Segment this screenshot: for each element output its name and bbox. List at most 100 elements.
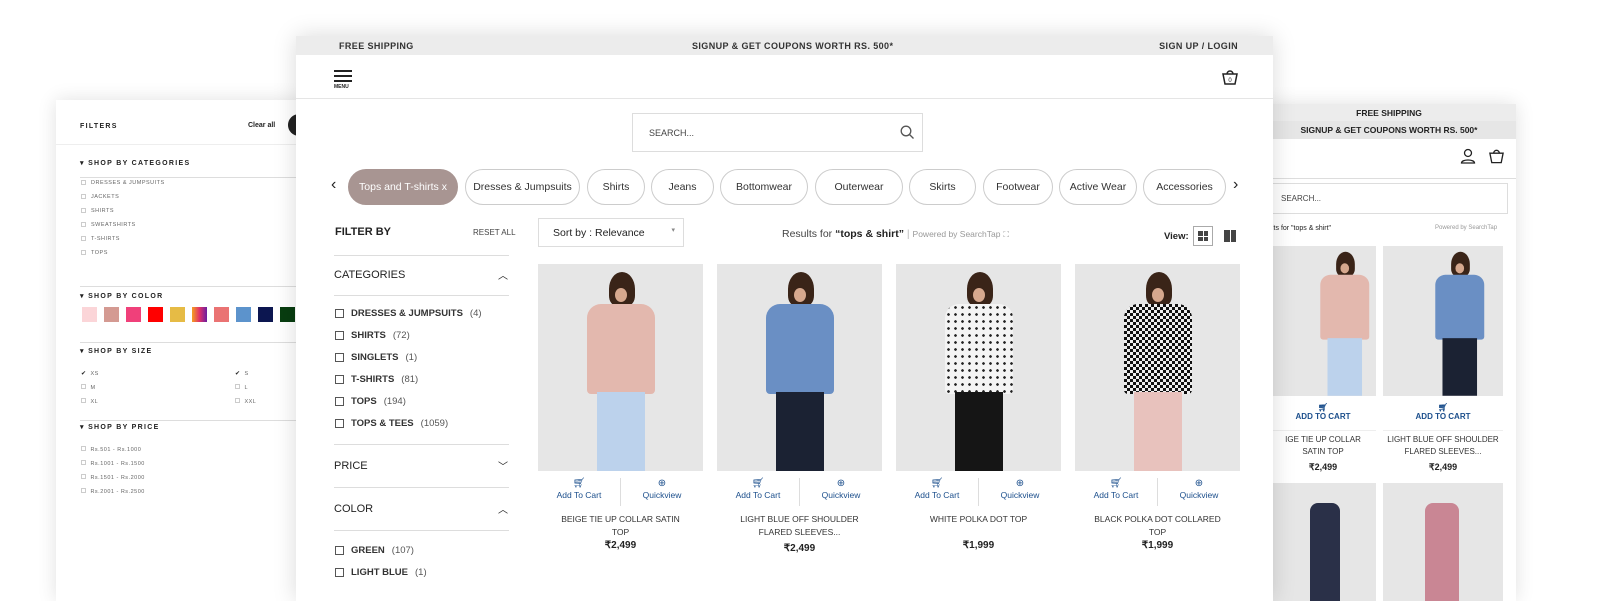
product-price: ₹2,499: [1308, 462, 1338, 472]
category-checkbox[interactable]: TOPS (194): [335, 396, 406, 407]
search-input[interactable]: SEARCH...: [632, 113, 923, 152]
svg-text:0: 0: [1228, 78, 1232, 84]
cart-icon[interactable]: 0: [1221, 69, 1239, 85]
chips-prev-arrow[interactable]: ‹: [331, 176, 336, 194]
quickview-button[interactable]: ⊕ Quickview: [979, 478, 1061, 506]
sort-dropdown[interactable]: Sort by : Relevance ▾: [538, 218, 684, 247]
category-checkbox[interactable]: SINGLETS (1): [335, 352, 417, 363]
dropdown-arrow-icon: ▾: [671, 227, 675, 234]
product-card: 🛒︎ Add To Cart ⊕ Quickview WHITE POLKA DOT…: [896, 264, 1061, 584]
add-to-cart-button[interactable]: 🛒︎ Add To Cart: [1075, 478, 1157, 506]
categories-heading[interactable]: CATEGORIES: [334, 269, 405, 281]
color-heading[interactable]: COLOR: [334, 503, 373, 515]
mobile-search-page: FREE SHIPPING SIGNUP & GET COUPONS WORTH…: [1262, 104, 1516, 601]
coupon-text: SIGNUP & GET COUPONS WORTH RS. 500*: [1262, 121, 1516, 139]
search-icon[interactable]: [900, 125, 915, 140]
color-swatch[interactable]: [258, 307, 273, 322]
category-chip[interactable]: Skirts: [909, 169, 976, 205]
product-card: 🛒︎ Add To Cart ⊕ Quickview BLACK POLKA DOT…: [1075, 264, 1240, 584]
category-checkbox[interactable]: DRESSES & JUMPSUITS (4): [335, 308, 482, 319]
color-checkbox[interactable]: LIGHT BLUE (1): [335, 567, 427, 578]
search-placeholder: SEARCH...: [1281, 194, 1322, 203]
chevron-up-icon[interactable]: ︿: [498, 267, 508, 282]
category-checkbox[interactable]: TOPS & TEES (1059): [335, 418, 448, 429]
cart-icon: 🛒︎: [1317, 403, 1329, 412]
search-input[interactable]: SEARCH...: [1262, 183, 1508, 214]
view-label: View:: [1164, 231, 1189, 242]
category-chip[interactable]: Shirts: [587, 169, 645, 205]
coupon-text: SIGNUP & GET COUPONS WORTH RS. 500*: [692, 41, 894, 51]
category-chip[interactable]: Jeans: [651, 169, 714, 205]
chips-next-arrow[interactable]: ›: [1233, 176, 1238, 194]
product-card: 🛒︎ Add To Cart ⊕ Quickview LIGHT BLUE OFF …: [717, 264, 882, 584]
color-swatch[interactable]: [104, 307, 119, 322]
results-summary: lts for "tops & shirt": [1272, 225, 1332, 232]
search-placeholder: SEARCH...: [649, 128, 695, 138]
product-image[interactable]: [538, 264, 703, 471]
color-swatch[interactable]: [82, 307, 97, 322]
product-image[interactable]: [1270, 483, 1376, 601]
category-chip[interactable]: Bottomwear: [720, 169, 808, 205]
add-to-cart-button[interactable]: 🛒︎ Add To Cart: [896, 478, 978, 506]
product-name[interactable]: LIGHT BLUE OFF SHOULDER FLARED SLEEVES..…: [1383, 434, 1503, 458]
product-name[interactable]: WHITE POLKA DOT TOP: [896, 513, 1061, 526]
menu-button[interactable]: MENU: [334, 70, 352, 90]
product-image[interactable]: [896, 264, 1061, 471]
clear-all-link[interactable]: Clear all: [248, 122, 275, 129]
add-to-cart-button[interactable]: 🛒︎ ADD TO CART: [1383, 403, 1503, 421]
quickview-button[interactable]: ⊕ Quickview: [1158, 478, 1240, 506]
product-image[interactable]: [1270, 246, 1376, 396]
user-icon[interactable]: [1460, 148, 1476, 164]
color-swatch[interactable]: [170, 307, 185, 322]
color-swatch[interactable]: [126, 307, 141, 322]
shop-by-color-heading: ▾ SHOP BY COLOR: [80, 293, 164, 300]
color-swatch[interactable]: [148, 307, 163, 322]
product-name[interactable]: IGE TIE UP COLLAR SATIN TOP: [1270, 434, 1376, 458]
size-option[interactable]: XL: [81, 390, 98, 408]
reset-all-link[interactable]: RESET ALL: [473, 228, 516, 237]
category-checkbox[interactable]: SHIRTS (72): [335, 330, 410, 341]
powered-by: Powered by SearchTap: [1435, 225, 1498, 231]
add-to-cart-button[interactable]: 🛒︎ ADD TO CART: [1270, 403, 1376, 421]
product-price: ₹1,999: [962, 540, 995, 551]
cart-icon[interactable]: [1488, 148, 1505, 164]
price-option[interactable]: Rs.2001 - Rs.2500: [81, 480, 145, 498]
cart-icon: 🛒︎: [572, 478, 586, 489]
mobile-filters-panel: FILTERS Clear all ▾ SHOP BY CATEGORIES D…: [56, 100, 310, 601]
product-name[interactable]: LIGHT BLUE OFF SHOULDER FLARED SLEEVES..…: [717, 513, 882, 539]
hamburger-icon: [334, 70, 352, 82]
grid-view-4-icon[interactable]: [1193, 226, 1213, 246]
product-price: ₹2,499: [1428, 462, 1458, 472]
color-swatch[interactable]: [214, 307, 229, 322]
quickview-button[interactable]: ⊕ Quickview: [800, 478, 882, 506]
category-chip[interactable]: Accessories: [1143, 169, 1226, 205]
powered-by: Powered by SearchTap: [912, 229, 1001, 239]
chevron-down-icon[interactable]: ﹀: [498, 458, 508, 473]
color-swatch[interactable]: [236, 307, 251, 322]
product-name[interactable]: BLACK POLKA DOT COLLARED TOP: [1075, 513, 1240, 539]
color-swatch[interactable]: [192, 307, 207, 322]
grid-view-2-icon[interactable]: [1220, 226, 1240, 246]
category-checkbox[interactable]: T-SHIRTS (81): [335, 374, 418, 385]
product-image[interactable]: [717, 264, 882, 471]
category-chip[interactable]: Footwear: [983, 169, 1053, 205]
price-heading[interactable]: PRICE: [334, 460, 368, 472]
category-chip[interactable]: Active Wear: [1059, 169, 1137, 205]
product-name[interactable]: BEIGE TIE UP COLLAR SATIN TOP: [538, 513, 703, 539]
category-chip[interactable]: Outerwear: [815, 169, 903, 205]
add-to-cart-button[interactable]: 🛒︎ Add To Cart: [717, 478, 799, 506]
chevron-up-icon[interactable]: ︿: [498, 501, 508, 516]
filters-title: FILTERS: [80, 123, 118, 130]
signup-login-link[interactable]: SIGN UP / LOGIN: [1159, 41, 1238, 51]
product-image[interactable]: [1383, 483, 1503, 601]
quickview-button[interactable]: ⊕ Quickview: [621, 478, 703, 506]
color-swatch[interactable]: [280, 307, 295, 322]
product-price: ₹1,999: [1141, 540, 1174, 551]
size-option[interactable]: XXL: [235, 390, 256, 408]
add-to-cart-button[interactable]: 🛒︎ Add To Cart: [538, 478, 620, 506]
color-checkbox[interactable]: GREEN (107): [335, 545, 414, 556]
product-image[interactable]: [1383, 246, 1503, 396]
product-image[interactable]: [1075, 264, 1240, 471]
category-chip[interactable]: Dresses & Jumpsuits: [465, 169, 580, 205]
category-chip[interactable]: Tops and T-shirts x: [348, 169, 458, 205]
